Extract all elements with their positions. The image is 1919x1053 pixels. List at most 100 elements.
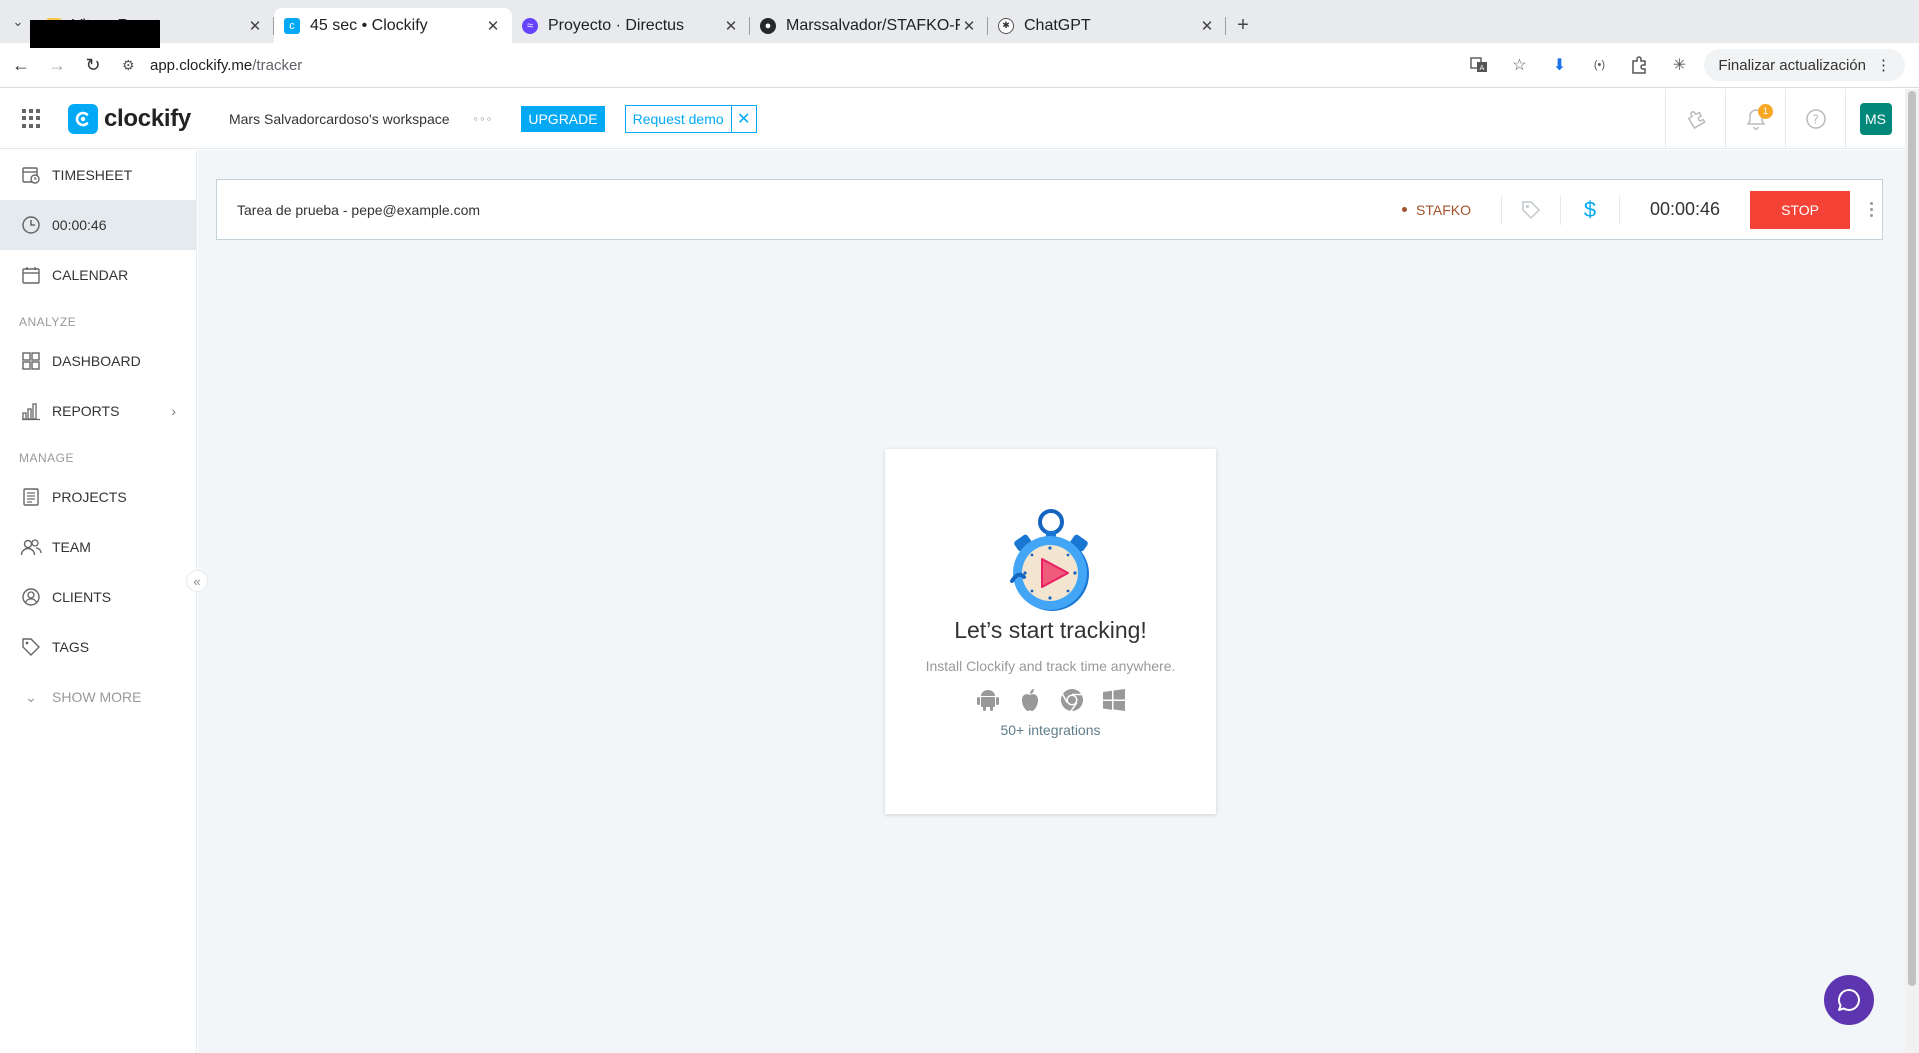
clock-icon: [20, 214, 42, 236]
collapse-sidebar-icon[interactable]: «: [186, 570, 208, 592]
sidebar-item-team[interactable]: TEAM: [0, 522, 196, 572]
svg-text:A: A: [1480, 64, 1485, 72]
workspace-menu-dots-icon[interactable]: ◦◦◦: [474, 111, 494, 126]
tab-title: 45 sec • Clockify: [310, 16, 428, 34]
reload-icon[interactable]: ↻: [78, 50, 108, 80]
close-icon[interactable]: ✕: [722, 17, 740, 35]
browser-tab-clockify[interactable]: c 45 sec • Clockify ✕: [274, 8, 512, 43]
clients-icon: [20, 586, 42, 608]
redaction-box: [30, 20, 160, 48]
new-tab-plus-icon[interactable]: +: [1226, 8, 1260, 43]
empty-state-card: Let’s start tracking! Install Clockify a…: [885, 449, 1216, 814]
sidebar-show-more[interactable]: ⌄ SHOW MORE: [0, 672, 196, 722]
sidebar-item-tracker[interactable]: 00:00:46: [0, 200, 196, 250]
sidebar-item-label: 00:00:46: [52, 217, 107, 233]
workspace-name[interactable]: Mars Salvadorcardoso's workspace: [229, 111, 450, 127]
tag-picker-icon[interactable]: [1502, 190, 1560, 230]
elapsed-timer[interactable]: 00:00:46: [1620, 199, 1750, 220]
project-color-dot: [1402, 207, 1408, 212]
time-entry-description[interactable]: Tarea de prueba - pepe@example.com: [237, 202, 1402, 218]
close-icon[interactable]: ✕: [246, 17, 264, 35]
close-icon[interactable]: ✕: [960, 17, 978, 35]
stop-button[interactable]: STOP: [1750, 190, 1850, 229]
sidebar-item-label: CALENDAR: [52, 267, 129, 283]
browser-tab-chatgpt[interactable]: ✱ ChatGPT ✕: [988, 8, 1226, 43]
sidebar-item-projects[interactable]: PROJECTS: [0, 472, 196, 522]
sidebar-item-clients[interactable]: CLIENTS: [0, 572, 196, 622]
stopwatch-play-illustration-icon: [1009, 509, 1089, 611]
sidebar-item-label: TEAM: [52, 539, 91, 555]
chrome-icon[interactable]: [1058, 686, 1086, 714]
calendar-icon: [20, 264, 42, 286]
browser-tab-github[interactable]: ● Marssalvador/STAFKO-F ✕: [750, 8, 988, 43]
forward-arrow-icon[interactable]: →: [42, 50, 72, 80]
sidebar-item-label: CLIENTS: [52, 589, 112, 605]
download-extension-icon[interactable]: ⬇: [1548, 54, 1570, 76]
scrollbar-thumb[interactable]: [1908, 91, 1916, 986]
chevron-right-icon: ›: [171, 403, 176, 419]
back-arrow-icon[interactable]: ←: [6, 50, 36, 80]
empty-state-title: Let’s start tracking!: [954, 617, 1147, 643]
windows-icon[interactable]: [1100, 686, 1128, 714]
tag-icon: [20, 636, 42, 658]
upgrade-button[interactable]: UPGRADE: [521, 105, 605, 132]
running-timer-bar: Tarea de prueba - pepe@example.com STAFK…: [216, 179, 1883, 240]
section-analyze: ANALYZE: [19, 315, 77, 329]
integrations-link[interactable]: 50+ integrations: [1000, 722, 1100, 738]
bookmark-star-icon[interactable]: ☆: [1508, 54, 1530, 76]
reports-icon: [20, 400, 42, 422]
close-icon[interactable]: ✕: [1198, 17, 1216, 35]
close-icon[interactable]: ✕: [484, 17, 502, 35]
section-manage: MANAGE: [19, 451, 75, 465]
help-question-icon[interactable]: ?: [1785, 88, 1845, 149]
sidebar-item-calendar[interactable]: CALENDAR: [0, 250, 196, 300]
sidebar-item-reports[interactable]: REPORTS ›: [0, 386, 196, 436]
projects-icon: [20, 486, 42, 508]
address-bar[interactable]: ⚙ app.clockify.me/tracker: [122, 48, 1468, 82]
site-settings-icon[interactable]: ⚙: [122, 57, 142, 74]
page-scrollbar[interactable]: [1905, 89, 1919, 1053]
logo-text: clockify: [104, 104, 191, 132]
sidebar-item-label: PROJECTS: [52, 489, 127, 505]
extensions-puzzle-icon[interactable]: [1628, 54, 1650, 76]
chevron-down-icon: ⌄: [25, 688, 37, 705]
sidebar-item-label: DASHBOARD: [52, 353, 141, 369]
browser-tab-directus[interactable]: ≈ Proyecto · Directus ✕: [512, 8, 750, 43]
avatar[interactable]: MS: [1859, 102, 1892, 135]
project-picker[interactable]: STAFKO: [1402, 202, 1471, 218]
main-content: Tarea de prueba - pepe@example.com STAFK…: [198, 150, 1905, 1053]
clockify-logo[interactable]: clockify: [68, 103, 191, 134]
timer-more-vert-icon[interactable]: [1860, 202, 1882, 217]
support-chat-button[interactable]: [1824, 975, 1874, 1025]
clockify-icon: c: [284, 17, 300, 34]
performance-icon[interactable]: ✳: [1668, 54, 1690, 76]
dismiss-demo-close-icon[interactable]: ✕: [732, 106, 756, 132]
sidebar-item-tags[interactable]: TAGS: [0, 622, 196, 672]
project-name: STAFKO: [1416, 201, 1471, 218]
update-chrome-button[interactable]: Finalizar actualización ⋮: [1704, 49, 1905, 81]
github-icon: ●: [760, 17, 776, 34]
sidebar: TIMESHEET 00:00:46 CALENDAR ANALYZE DASH…: [0, 150, 197, 1053]
extension-brackets-icon[interactable]: (•): [1588, 54, 1610, 76]
update-label: Finalizar actualización: [1718, 56, 1866, 74]
browser-tab-bar: ⌄ ▼ Vite + React ✕ c 45 sec • Clockify ✕…: [0, 0, 1919, 43]
timesheet-icon: [20, 164, 42, 186]
puzzle-addons-icon[interactable]: [1665, 88, 1725, 149]
translate-icon[interactable]: A: [1468, 54, 1490, 76]
clockify-logo-icon: [68, 103, 98, 134]
tab-title: ChatGPT: [1024, 16, 1091, 34]
sidebar-item-label: REPORTS: [52, 403, 120, 419]
platform-icons: [974, 686, 1128, 714]
apple-icon[interactable]: [1016, 686, 1044, 714]
empty-state-subtitle: Install Clockify and track time anywhere…: [925, 658, 1176, 674]
url-path: /tracker: [252, 56, 303, 74]
avatar-container: MS: [1845, 88, 1905, 149]
notifications-bell-icon[interactable]: 1: [1725, 88, 1785, 149]
apps-grid-icon[interactable]: [22, 108, 42, 129]
request-demo-button[interactable]: Request demo: [626, 105, 732, 132]
billable-dollar-icon[interactable]: $: [1561, 190, 1619, 230]
android-icon[interactable]: [974, 686, 1002, 714]
browser-toolbar: ← → ↻ ⚙ app.clockify.me/tracker A ☆ ⬇ (•…: [0, 43, 1919, 88]
sidebar-item-timesheet[interactable]: TIMESHEET: [0, 150, 196, 200]
sidebar-item-dashboard[interactable]: DASHBOARD: [0, 336, 196, 386]
